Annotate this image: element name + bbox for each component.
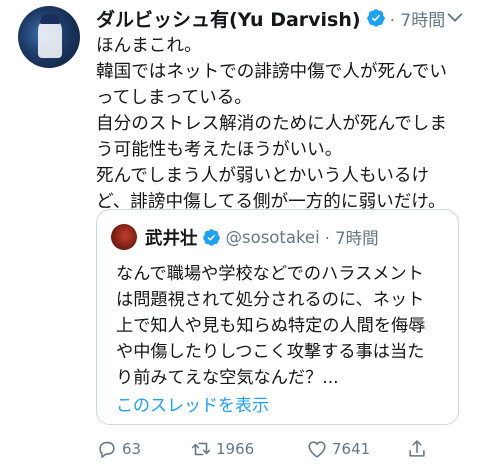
tweet-actions: 63 1966 7641 [96, 436, 428, 462]
verified-badge-icon [202, 228, 220, 246]
quoted-tweet-text: なんで職場や学校などでのハラスメント は問題視されて処分されるのに、ネット 上で… [116, 261, 451, 391]
tweet-time[interactable]: · 7時間 [390, 6, 446, 31]
reply-icon [99, 441, 115, 458]
quoted-line: 上で知人や見も知らぬ特定の人間を侮辱 [116, 316, 426, 336]
reply-button[interactable]: 63 [96, 438, 190, 460]
tweet-line: 韓国ではネットでの誹謗中傷で人が死んでい [96, 62, 447, 82]
tweet-line: 自分のストレス解消のために人が死んでしま [96, 114, 447, 134]
quoted-tweet-header: 武井壮 @sosotakei · 7時間 [111, 224, 379, 250]
quoted-tweet-card[interactable]: 武井壮 @sosotakei · 7時間 なんで職場や学校などでのハラスメント … [96, 209, 459, 425]
show-thread-link[interactable]: このスレッドを表示 [116, 391, 269, 416]
quoted-author-name: 武井壮 [145, 228, 198, 249]
reply-count: 63 [122, 440, 142, 458]
tweet-line: ってしまっている。 [96, 88, 252, 108]
share-button[interactable] [406, 438, 428, 460]
quoted-author-handle: @sosotakei [225, 227, 320, 247]
retweet-button[interactable]: 1966 [190, 438, 306, 460]
share-icon [409, 440, 425, 457]
retweet-icon [191, 442, 211, 456]
chevron-down-icon[interactable] [444, 6, 466, 28]
retweet-count: 1966 [216, 440, 255, 458]
quoted-line: は問題視されて処分されるのに、ネット [116, 290, 425, 310]
like-button[interactable]: 7641 [306, 438, 406, 460]
quoted-line: なんで職場や学校などでのハラスメント [116, 264, 424, 284]
avatar-cap [40, 14, 60, 24]
quoted-tweet-time: · 7時間 [324, 229, 379, 248]
quoted-line: り前みてえな空気なんだ？... [116, 368, 339, 388]
tweet-line: 死んでしまう人が弱いとかいう人もいるけ [96, 166, 430, 186]
author-avatar[interactable] [18, 6, 80, 68]
tweet-line: ほんまこれ。 [96, 36, 202, 56]
tweet-text: ほんまこれ。 韓国ではネットでの誹謗中傷で人が死んでい ってしまっている。 自分… [96, 33, 474, 215]
heart-icon [308, 441, 326, 458]
tweet-header: ダルビッシュ有(Yu Darvish) · 7時間 [96, 5, 446, 32]
tweet-line: う可能性も考えたほうがいい。 [96, 140, 343, 160]
verified-badge-icon [366, 9, 385, 27]
quoted-line: や中傷したりしつこく攻撃する事は当た [116, 342, 425, 362]
avatar-figure [38, 18, 62, 58]
quoted-author-avatar [111, 224, 137, 250]
like-count: 7641 [332, 440, 371, 458]
author-name[interactable]: ダルビッシュ有(Yu Darvish) [96, 5, 361, 32]
